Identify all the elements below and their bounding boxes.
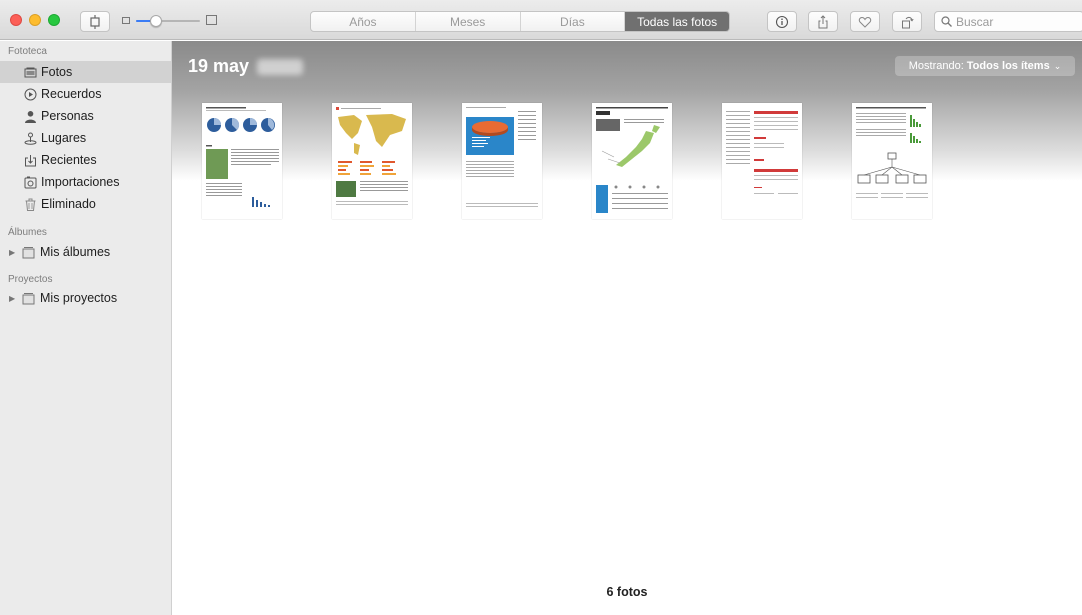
large-thumbnail-icon bbox=[206, 15, 217, 25]
sidebar-header-albums: Álbumes bbox=[8, 227, 47, 238]
disclosure-triangle-icon[interactable]: ▶ bbox=[9, 248, 19, 257]
trash-icon bbox=[24, 198, 37, 211]
tab-all-photos[interactable]: Todas las fotos bbox=[625, 12, 729, 31]
imports-icon bbox=[24, 176, 37, 189]
search-field[interactable] bbox=[934, 11, 1082, 32]
places-icon bbox=[24, 132, 37, 145]
sidebar-item-memories[interactable]: Recuerdos bbox=[0, 83, 171, 105]
sidebar-item-label: Fotos bbox=[41, 65, 73, 79]
small-thumbnail-icon bbox=[122, 17, 130, 24]
folder-icon bbox=[22, 292, 35, 305]
rotate-icon bbox=[902, 16, 914, 28]
search-icon bbox=[941, 16, 952, 27]
document-page-image bbox=[596, 107, 668, 213]
photo-thumbnail[interactable] bbox=[852, 103, 932, 219]
recent-icon bbox=[24, 154, 37, 167]
showing-filter-button[interactable]: Mostrando: Todos los ítems ⌄ bbox=[895, 56, 1075, 76]
rotate-button[interactable] bbox=[892, 11, 922, 32]
sidebar-toggle-icon bbox=[90, 14, 100, 29]
chevron-down-icon: ⌄ bbox=[1053, 60, 1062, 71]
sidebar-item-recent[interactable]: Recientes bbox=[0, 149, 171, 171]
info-icon bbox=[775, 15, 789, 28]
sidebar-header-library: Fototeca bbox=[8, 46, 47, 57]
search-input[interactable] bbox=[956, 14, 1076, 29]
zoom-slider-knob[interactable] bbox=[150, 15, 162, 27]
sidebar-item-label: Recientes bbox=[41, 153, 97, 167]
heart-icon bbox=[858, 16, 872, 28]
disclosure-triangle-icon[interactable]: ▶ bbox=[9, 294, 19, 303]
sidebar-item-deleted[interactable]: Eliminado bbox=[0, 193, 171, 215]
zoom-window-button[interactable] bbox=[48, 14, 60, 26]
document-page-image bbox=[336, 107, 408, 205]
document-page-image bbox=[726, 111, 798, 194]
photo-grid bbox=[172, 103, 1082, 221]
view-segmented-control: Años Meses Días Todas las fotos bbox=[310, 11, 730, 32]
photo-thumbnail[interactable] bbox=[462, 103, 542, 219]
info-button[interactable] bbox=[767, 11, 797, 32]
sidebar-header-projects: Proyectos bbox=[8, 274, 53, 285]
sidebar-toggle-button[interactable] bbox=[80, 11, 110, 32]
person-icon bbox=[24, 110, 37, 123]
photos-icon bbox=[24, 66, 37, 79]
tab-years[interactable]: Años bbox=[311, 12, 416, 31]
document-page-image bbox=[856, 107, 928, 198]
share-icon bbox=[818, 14, 828, 28]
memories-icon bbox=[24, 88, 37, 101]
sidebar-item-label: Personas bbox=[41, 109, 94, 123]
sidebar-item-people[interactable]: Personas bbox=[0, 105, 171, 127]
photo-library-content: 19 may Mostrando: Todos los ítems ⌄ 6 fo… bbox=[172, 41, 1082, 615]
sidebar-item-label: Mis álbumes bbox=[40, 245, 111, 259]
minimize-window-button[interactable] bbox=[29, 14, 41, 26]
sidebar-item-imports[interactable]: Importaciones bbox=[0, 171, 171, 193]
sidebar-item-places[interactable]: Lugares bbox=[0, 127, 171, 149]
photo-thumbnail[interactable] bbox=[722, 103, 802, 219]
favorite-button[interactable] bbox=[850, 11, 880, 32]
showing-prefix: Mostrando: bbox=[908, 60, 964, 72]
toolbar: Años Meses Días Todas las fotos bbox=[0, 0, 1082, 40]
sidebar: Fototeca Fotos Recuerdos Personas Lugare… bbox=[0, 41, 172, 615]
photo-thumbnail[interactable] bbox=[202, 103, 282, 219]
showing-value: Todos los ítems bbox=[966, 60, 1050, 72]
folder-icon bbox=[22, 246, 35, 259]
tab-months[interactable]: Meses bbox=[416, 12, 521, 31]
document-page-image bbox=[466, 107, 538, 207]
sidebar-item-my-projects[interactable]: ▶ Mis proyectos bbox=[0, 287, 171, 309]
sidebar-item-label: Eliminado bbox=[41, 197, 96, 211]
photo-thumbnail[interactable] bbox=[592, 103, 672, 219]
zoom-slider[interactable] bbox=[122, 13, 217, 29]
document-page-image bbox=[206, 107, 279, 207]
share-button[interactable] bbox=[808, 11, 838, 32]
sidebar-item-label: Lugares bbox=[41, 131, 87, 145]
photo-count: 6 fotos bbox=[606, 585, 648, 599]
tab-days[interactable]: Días bbox=[521, 12, 626, 31]
blurred-year bbox=[257, 59, 303, 75]
sidebar-item-label: Importaciones bbox=[41, 175, 120, 189]
close-window-button[interactable] bbox=[10, 14, 22, 26]
moment-date-title: 19 may bbox=[188, 56, 250, 76]
sidebar-item-my-albums[interactable]: ▶ Mis álbumes bbox=[0, 241, 171, 263]
sidebar-item-label: Recuerdos bbox=[41, 87, 102, 101]
sidebar-item-label: Mis proyectos bbox=[40, 291, 118, 305]
sidebar-item-photos[interactable]: Fotos bbox=[0, 61, 171, 83]
photo-thumbnail[interactable] bbox=[332, 103, 412, 219]
